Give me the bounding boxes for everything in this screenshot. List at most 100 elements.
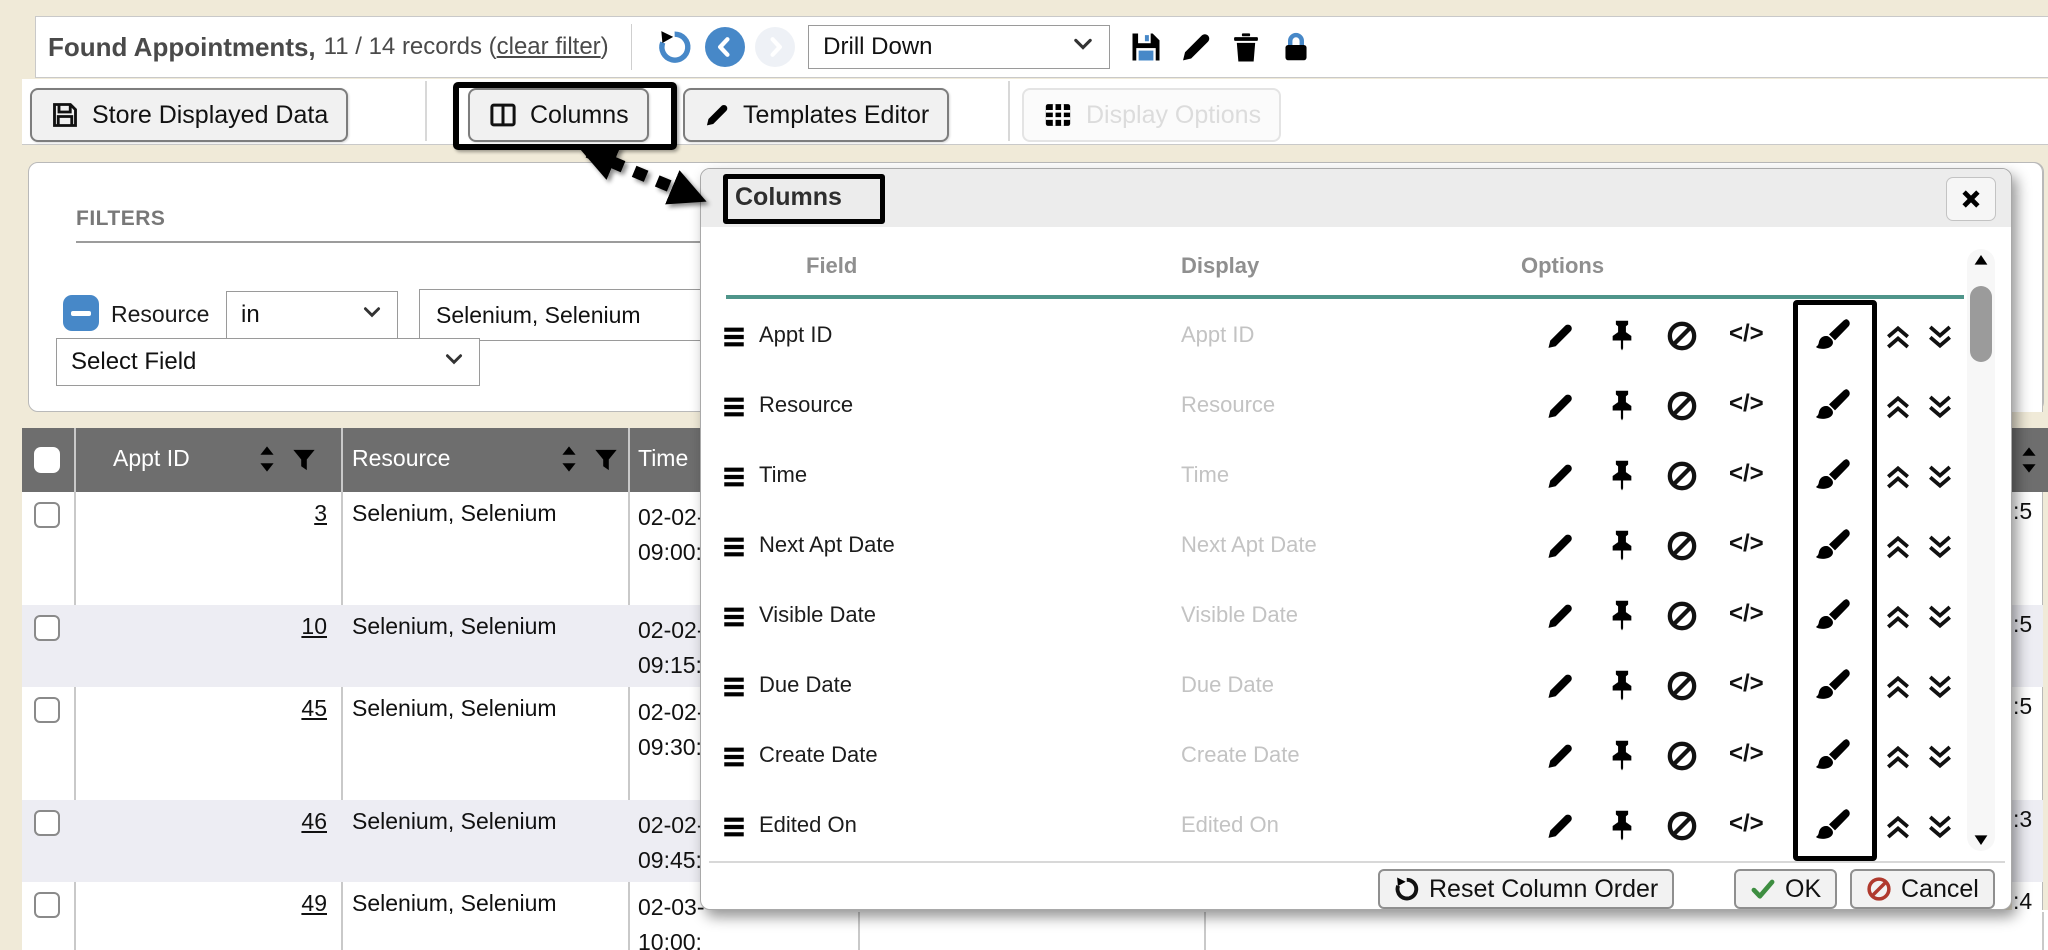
filter-operator-select[interactable]: in <box>226 291 398 339</box>
brush-icon[interactable] <box>1813 316 1853 361</box>
delete-icon[interactable] <box>1226 27 1266 67</box>
table-row[interactable]: 49 Selenium, Selenium 02-03-10:00:00 <box>22 882 745 950</box>
table-row[interactable]: 46 Selenium, Selenium 02-02-209:45:0 <box>22 800 745 882</box>
close-icon[interactable] <box>1946 177 1996 221</box>
code-icon[interactable]: </> <box>1729 810 1764 838</box>
table-row[interactable]: 10 Selenium, Selenium 02-02-209:15:0 <box>22 605 745 687</box>
filter-funnel-icon[interactable] <box>592 446 620 480</box>
double-chevron-up-icon[interactable] <box>1883 672 1913 707</box>
double-chevron-down-icon[interactable] <box>1925 392 1955 427</box>
drag-handle-icon[interactable] <box>721 464 747 495</box>
back-icon[interactable] <box>705 27 745 67</box>
columns-button[interactable]: Columns <box>468 88 649 142</box>
double-chevron-up-icon[interactable] <box>1883 392 1913 427</box>
dialog-scrollbar[interactable] <box>1967 249 1995 851</box>
lock-icon[interactable] <box>1276 27 1316 67</box>
drag-handle-icon[interactable] <box>721 534 747 565</box>
double-chevron-down-icon[interactable] <box>1925 602 1955 637</box>
pencil-icon[interactable] <box>1544 460 1576 497</box>
double-chevron-down-icon[interactable] <box>1925 672 1955 707</box>
ban-icon[interactable] <box>1666 320 1698 357</box>
scroll-down-icon[interactable] <box>1971 829 1991 854</box>
pin-icon[interactable] <box>1605 738 1639 777</box>
select-all-checkbox[interactable] <box>34 447 60 473</box>
pin-icon[interactable] <box>1605 318 1639 357</box>
dialog-title-bar[interactable]: Columns <box>701 169 2011 227</box>
ok-button[interactable]: OK <box>1734 869 1837 909</box>
ban-icon[interactable] <box>1666 530 1698 567</box>
drag-handle-icon[interactable] <box>721 814 747 845</box>
pin-icon[interactable] <box>1605 808 1639 847</box>
select-field-dropdown[interactable]: Select Field <box>56 338 480 386</box>
table-row[interactable]: 3 Selenium, Selenium 02-02-209:00:0 <box>22 492 745 605</box>
store-displayed-data-button[interactable]: Store Displayed Data <box>30 88 348 142</box>
pin-icon[interactable] <box>1605 668 1639 707</box>
brush-icon[interactable] <box>1813 596 1853 641</box>
clear-filter-link[interactable]: clear filter <box>497 33 601 60</box>
drag-handle-icon[interactable] <box>721 324 747 355</box>
sort-icon[interactable] <box>554 444 584 480</box>
pencil-icon[interactable] <box>1544 600 1576 637</box>
double-chevron-up-icon[interactable] <box>1883 812 1913 847</box>
brush-icon[interactable] <box>1813 456 1853 501</box>
pencil-icon[interactable] <box>1544 530 1576 567</box>
code-icon[interactable]: </> <box>1729 530 1764 558</box>
code-icon[interactable]: </> <box>1729 460 1764 488</box>
row-checkbox[interactable] <box>34 697 60 723</box>
templates-editor-button[interactable]: Templates Editor <box>683 88 949 142</box>
pin-icon[interactable] <box>1605 528 1639 567</box>
appt-id-link[interactable]: 3 <box>314 500 327 526</box>
column-header-resource[interactable]: Resource <box>352 445 450 472</box>
cancel-button[interactable]: Cancel <box>1850 869 1995 909</box>
scroll-up-icon[interactable] <box>1971 251 1991 276</box>
ban-icon[interactable] <box>1666 810 1698 847</box>
row-checkbox[interactable] <box>34 892 60 918</box>
double-chevron-up-icon[interactable] <box>1883 322 1913 357</box>
edit-icon[interactable] <box>1176 27 1216 67</box>
pin-icon[interactable] <box>1605 458 1639 497</box>
brush-icon[interactable] <box>1813 806 1853 851</box>
double-chevron-up-icon[interactable] <box>1883 602 1913 637</box>
save-icon[interactable] <box>1126 27 1166 67</box>
pencil-icon[interactable] <box>1544 740 1576 777</box>
row-checkbox[interactable] <box>34 615 60 641</box>
view-select[interactable]: Drill Down <box>808 25 1110 69</box>
appt-id-link[interactable]: 49 <box>301 890 327 916</box>
appt-id-link[interactable]: 46 <box>301 808 327 834</box>
double-chevron-down-icon[interactable] <box>1925 462 1955 497</box>
appt-id-link[interactable]: 45 <box>301 695 327 721</box>
double-chevron-down-icon[interactable] <box>1925 742 1955 777</box>
code-icon[interactable]: </> <box>1729 390 1764 418</box>
drag-handle-icon[interactable] <box>721 604 747 635</box>
drag-handle-icon[interactable] <box>721 394 747 425</box>
sort-icon[interactable] <box>252 444 282 480</box>
row-checkbox[interactable] <box>34 810 60 836</box>
pencil-icon[interactable] <box>1544 810 1576 847</box>
brush-icon[interactable] <box>1813 666 1853 711</box>
appt-id-link[interactable]: 10 <box>301 613 327 639</box>
ban-icon[interactable] <box>1666 600 1698 637</box>
double-chevron-down-icon[interactable] <box>1925 322 1955 357</box>
scrollbar-thumb[interactable] <box>1970 286 1992 362</box>
ban-icon[interactable] <box>1666 670 1698 707</box>
pin-icon[interactable] <box>1605 598 1639 637</box>
brush-icon[interactable] <box>1813 526 1853 571</box>
brush-icon[interactable] <box>1813 736 1853 781</box>
reset-column-order-button[interactable]: Reset Column Order <box>1378 869 1674 909</box>
pencil-icon[interactable] <box>1544 390 1576 427</box>
drag-handle-icon[interactable] <box>721 744 747 775</box>
double-chevron-up-icon[interactable] <box>1883 742 1913 777</box>
remove-filter-minus-icon[interactable] <box>63 295 99 331</box>
ban-icon[interactable] <box>1666 460 1698 497</box>
table-row[interactable]: 45 Selenium, Selenium 02-02-209:30:0 <box>22 687 745 800</box>
drag-handle-icon[interactable] <box>721 674 747 705</box>
double-chevron-up-icon[interactable] <box>1883 462 1913 497</box>
pencil-icon[interactable] <box>1544 320 1576 357</box>
code-icon[interactable]: </> <box>1729 740 1764 768</box>
column-header-time[interactable]: Time <box>638 445 688 472</box>
ban-icon[interactable] <box>1666 740 1698 777</box>
column-header-appt-id[interactable]: Appt ID <box>113 445 190 472</box>
code-icon[interactable]: </> <box>1729 600 1764 628</box>
code-icon[interactable]: </> <box>1729 670 1764 698</box>
double-chevron-up-icon[interactable] <box>1883 532 1913 567</box>
